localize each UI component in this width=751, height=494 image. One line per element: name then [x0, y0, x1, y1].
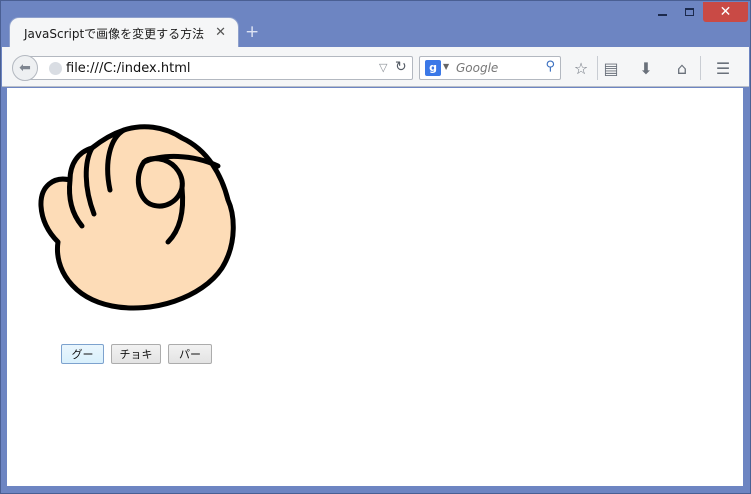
- tab-active[interactable]: JavaScriptで画像を変更する方法 ✕: [9, 17, 239, 48]
- close-window-button[interactable]: ✕: [703, 2, 748, 22]
- back-button[interactable]: ⬅: [12, 55, 38, 81]
- toolbar-divider: [700, 56, 701, 80]
- url-text[interactable]: file:///C:/index.html: [66, 61, 190, 76]
- search-bar[interactable]: g ▼ Google ⚲: [419, 56, 561, 80]
- maximize-icon: [685, 8, 694, 16]
- home-icon[interactable]: ⌂: [671, 57, 693, 79]
- google-icon[interactable]: g: [425, 60, 441, 76]
- scissors-button[interactable]: チョキ: [111, 344, 161, 364]
- minimize-icon: [657, 14, 667, 16]
- bookmark-star-icon[interactable]: ☆: [570, 57, 592, 79]
- navigation-bar: file:///C:/index.html ▽ ↻ ⬅ g ▼ Google ⚲…: [2, 47, 749, 87]
- search-engine-dropdown-icon[interactable]: ▼: [443, 62, 449, 71]
- close-icon: ✕: [719, 4, 732, 20]
- dropdown-icon[interactable]: ▽: [379, 61, 387, 74]
- browser-window: JavaScriptで画像を変更する方法 ✕ + ✕ file:///C:/in…: [0, 0, 751, 494]
- paper-button[interactable]: パー: [168, 344, 212, 364]
- title-bar: JavaScriptで画像を変更する方法 ✕ + ✕: [1, 1, 751, 48]
- minimize-button[interactable]: [648, 2, 676, 22]
- search-icon[interactable]: ⚲: [545, 59, 555, 74]
- search-placeholder[interactable]: Google: [456, 61, 498, 75]
- toolbar-divider: [597, 56, 598, 80]
- globe-icon: [49, 62, 62, 75]
- rock-button[interactable]: グー: [61, 344, 104, 364]
- tab-title: JavaScriptで画像を変更する方法: [24, 26, 205, 41]
- reading-list-icon[interactable]: ▤: [600, 57, 622, 79]
- reload-icon[interactable]: ↻: [395, 59, 407, 75]
- new-tab-button[interactable]: +: [245, 22, 259, 42]
- back-arrow-icon: ⬅: [19, 60, 31, 76]
- fist-image: [38, 124, 236, 311]
- download-icon[interactable]: ⬇: [635, 57, 657, 79]
- url-bar[interactable]: file:///C:/index.html ▽ ↻: [24, 56, 413, 80]
- maximize-button[interactable]: [676, 2, 703, 22]
- page-content: グー チョキ パー: [7, 88, 743, 486]
- tab-close-icon[interactable]: ✕: [215, 25, 226, 40]
- menu-icon[interactable]: ☰: [712, 57, 734, 79]
